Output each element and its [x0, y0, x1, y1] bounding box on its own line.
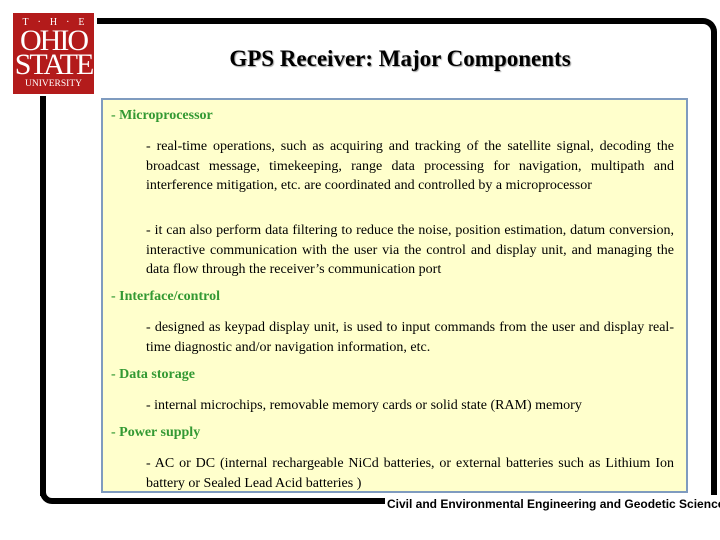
- content-panel: - Microprocessor - real-time operations,…: [101, 98, 688, 493]
- section-heading-power-supply: - Power supply: [111, 425, 201, 440]
- section-heading-microprocessor: - Microprocessor: [111, 108, 213, 123]
- frame-top-border: [97, 18, 702, 24]
- section-paragraph: - designed as keypad display unit, is us…: [146, 320, 674, 355]
- logo-state: STATE: [14, 48, 95, 81]
- logo-university: UNIVERSITY: [25, 79, 82, 89]
- frame-bottom-border: [55, 498, 385, 504]
- slide-title: GPS Receiver: Major Components: [229, 46, 571, 71]
- section-paragraph: - AC or DC (internal rechargeable NiCd b…: [146, 456, 674, 491]
- footer-department: Civil and Environmental Engineering and …: [387, 497, 720, 511]
- frame-left-border: [40, 96, 46, 496]
- section-paragraph: - it can also perform data filtering to …: [146, 223, 674, 277]
- section-paragraph: - internal microchips, removable memory …: [146, 398, 582, 413]
- section-heading-interface-control: - Interface/control: [111, 289, 220, 304]
- section-paragraph: - real-time operations, such as acquirin…: [146, 139, 674, 193]
- osu-logo: T·H·E OHIO STATE UNIVERSITY: [13, 13, 94, 94]
- frame-right-border: [711, 35, 717, 495]
- section-heading-data-storage: - Data storage: [111, 367, 195, 382]
